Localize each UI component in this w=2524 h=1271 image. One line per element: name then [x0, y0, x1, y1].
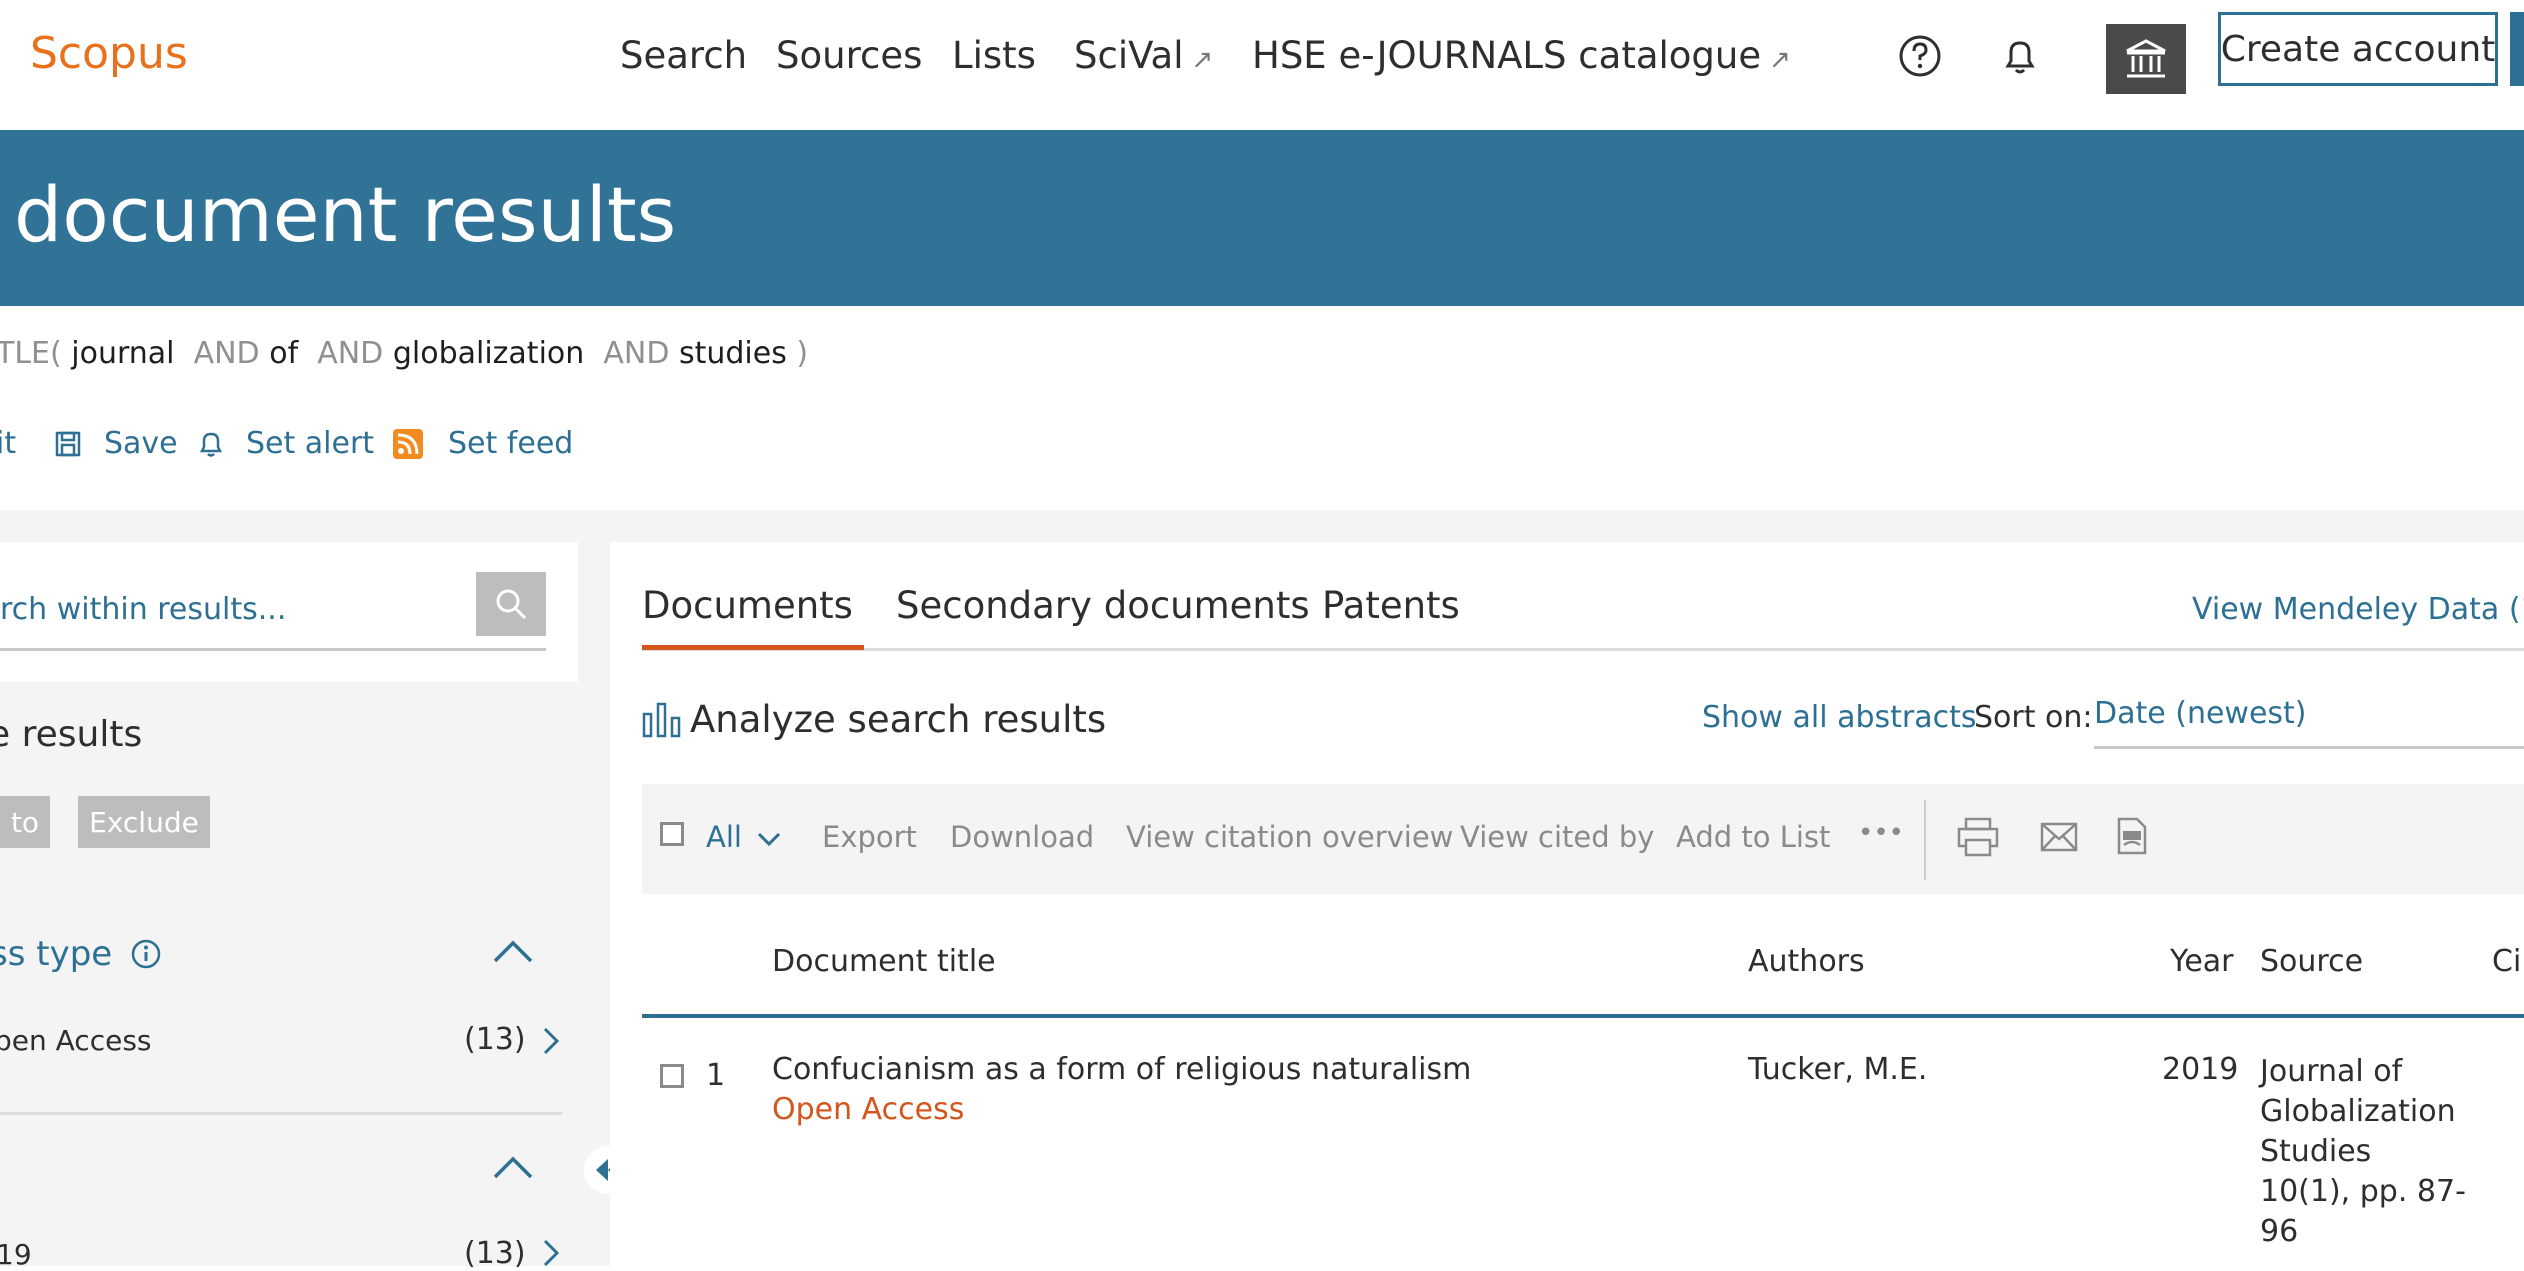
- nav-hse-ejournals[interactable]: HSE e-JOURNALS catalogue ↗: [1252, 34, 1791, 77]
- column-header-document-title[interactable]: Document title: [772, 944, 996, 979]
- nav-lists[interactable]: Lists: [952, 34, 1036, 77]
- access-type-facet-title[interactable]: ss type: [0, 934, 162, 974]
- search-within-button[interactable]: [476, 572, 546, 636]
- limit-to-button[interactable]: to: [0, 796, 50, 848]
- institution-icon: [2126, 39, 2166, 78]
- row-number: 1: [706, 1058, 726, 1093]
- column-header-source[interactable]: Source: [2260, 944, 2363, 979]
- search-query: TLE( journal AND of AND globalization AN…: [0, 336, 809, 371]
- pdf-icon[interactable]: [2116, 816, 2148, 856]
- bell-icon: [199, 432, 223, 457]
- column-header-authors[interactable]: Authors: [1748, 944, 1865, 979]
- chevron-up-icon[interactable]: [492, 938, 534, 964]
- view-citation-overview-button[interactable]: View citation overview: [1126, 820, 1453, 854]
- select-all-checkbox[interactable]: [660, 822, 684, 846]
- add-to-list-button[interactable]: Add to List: [1676, 820, 1830, 854]
- tab-secondary-documents[interactable]: Secondary documents: [896, 584, 1310, 627]
- row-select-checkbox[interactable]: [660, 1064, 684, 1088]
- active-tab-indicator: [642, 645, 864, 650]
- create-account-button[interactable]: Create account: [2218, 12, 2498, 86]
- set-alert-button[interactable]: Set alert: [196, 426, 374, 461]
- save-icon: [55, 431, 81, 456]
- facet-count: (13): [464, 1022, 526, 1057]
- column-header-cited-by[interactable]: Ci: [2492, 944, 2521, 979]
- chevron-right-icon[interactable]: [542, 1238, 560, 1268]
- sort-on-label: Sort on:: [1974, 700, 2093, 735]
- external-link-icon: ↗: [1769, 45, 1791, 75]
- external-link-icon: ↗: [1191, 45, 1214, 75]
- facet-item-open-access[interactable]: pen Access: [0, 1024, 152, 1057]
- bar-chart-icon: [642, 702, 681, 737]
- search-within-input[interactable]: [0, 570, 546, 651]
- chevron-down-icon: [758, 832, 781, 847]
- scopus-logo[interactable]: Scopus: [30, 28, 188, 79]
- author-link[interactable]: Tucker, M.E.: [1748, 1052, 1927, 1087]
- more-options-button[interactable]: •••: [1858, 818, 1904, 848]
- facet-divider: [0, 1112, 562, 1115]
- table-header-divider: [642, 1014, 2524, 1018]
- nav-scival[interactable]: SciVal ↗: [1074, 34, 1213, 77]
- select-all-dropdown[interactable]: All: [706, 820, 781, 854]
- sign-in-button-edge[interactable]: [2510, 12, 2524, 86]
- top-navigation-bar: Scopus Search Sources Lists SciVal ↗ HSE …: [0, 0, 2524, 130]
- institution-button[interactable]: [2106, 24, 2186, 94]
- source-link[interactable]: Journal of Globalization Studies 10(1), …: [2260, 1052, 2466, 1252]
- save-search-button[interactable]: Save: [54, 426, 178, 461]
- show-all-abstracts-link[interactable]: Show all abstracts: [1702, 700, 1977, 735]
- search-icon: [496, 589, 527, 620]
- publication-year: 2019: [2162, 1052, 2239, 1087]
- document-title-link[interactable]: Confucianism as a form of religious natu…: [772, 1052, 1471, 1087]
- facet-item-year[interactable]: 19: [0, 1238, 32, 1271]
- exclude-button[interactable]: Exclude: [78, 796, 210, 848]
- notification-bell-icon[interactable]: [1992, 28, 2048, 84]
- edit-link[interactable]: it: [0, 426, 16, 461]
- export-button[interactable]: Export: [822, 820, 917, 854]
- sort-select[interactable]: Date (newest): [2094, 696, 2524, 749]
- info-icon: [131, 939, 161, 969]
- tabs-divider: [642, 648, 2524, 651]
- open-access-badge[interactable]: Open Access: [772, 1092, 964, 1127]
- nav-search[interactable]: Search: [620, 34, 747, 77]
- tab-documents[interactable]: Documents: [642, 584, 853, 627]
- view-mendeley-data-link[interactable]: View Mendeley Data (127: [2192, 592, 2524, 627]
- nav-sources[interactable]: Sources: [776, 34, 922, 77]
- chevron-up-icon[interactable]: [492, 1154, 534, 1180]
- set-feed-button[interactable]: Set feed: [392, 426, 573, 461]
- refine-results-title: e results: [0, 714, 143, 755]
- chevron-right-icon[interactable]: [542, 1026, 560, 1056]
- print-icon[interactable]: [1956, 816, 2000, 858]
- email-icon[interactable]: [2040, 820, 2078, 854]
- help-icon[interactable]: [1892, 28, 1948, 84]
- rss-feed-icon: [393, 428, 423, 459]
- view-cited-by-button[interactable]: View cited by: [1460, 820, 1654, 854]
- download-button[interactable]: Download: [950, 820, 1094, 854]
- column-header-year[interactable]: Year: [2170, 944, 2234, 979]
- page-title: document results: [14, 170, 677, 259]
- analyze-search-results-link[interactable]: Analyze search results: [642, 698, 1106, 741]
- tab-patents[interactable]: Patents: [1322, 584, 1460, 627]
- toolbar-separator: [1924, 800, 1926, 880]
- results-banner: document results: [0, 130, 2524, 306]
